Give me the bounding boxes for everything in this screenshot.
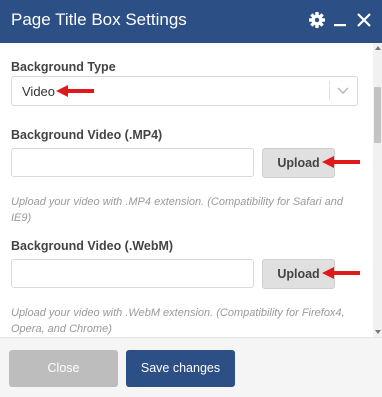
mp4-label: Background Video (.MP4) <box>11 128 163 142</box>
scroll-up-icon[interactable] <box>375 46 381 50</box>
chevron-down-icon[interactable] <box>335 85 351 97</box>
vertical-scrollbar[interactable] <box>373 43 382 337</box>
close-button[interactable]: Close <box>9 350 118 387</box>
minimize-icon[interactable] <box>330 9 350 31</box>
mp4-url-input[interactable] <box>11 148 254 177</box>
scroll-down-icon[interactable] <box>375 330 381 334</box>
save-changes-button[interactable]: Save changes <box>126 350 235 387</box>
scrollbar-thumb[interactable] <box>374 87 381 143</box>
annotation-arrow-icon <box>322 267 360 279</box>
background-type-value: Video <box>22 84 56 99</box>
close-icon[interactable] <box>354 9 374 31</box>
annotation-arrow-icon <box>56 85 94 97</box>
annotation-arrow-icon <box>322 156 360 168</box>
dialog-title: Page Title Box Settings <box>11 10 187 29</box>
webm-label: Background Video (.WebM) <box>11 239 174 253</box>
webm-url-input[interactable] <box>11 259 254 288</box>
dialog-body[interactable]: Background Type Video Background Video (… <box>0 43 382 337</box>
dialog-header: Page Title Box Settings <box>0 0 382 43</box>
mp4-help-text: Upload your video with .MP4 extension. (… <box>11 196 343 224</box>
select-divider <box>329 81 330 101</box>
background-type-label: Background Type <box>11 60 116 74</box>
gear-icon[interactable] <box>307 9 327 31</box>
webm-help-text: Upload your video with .WebM extension. … <box>11 307 345 335</box>
dialog-footer: Close Save changes <box>0 337 382 397</box>
